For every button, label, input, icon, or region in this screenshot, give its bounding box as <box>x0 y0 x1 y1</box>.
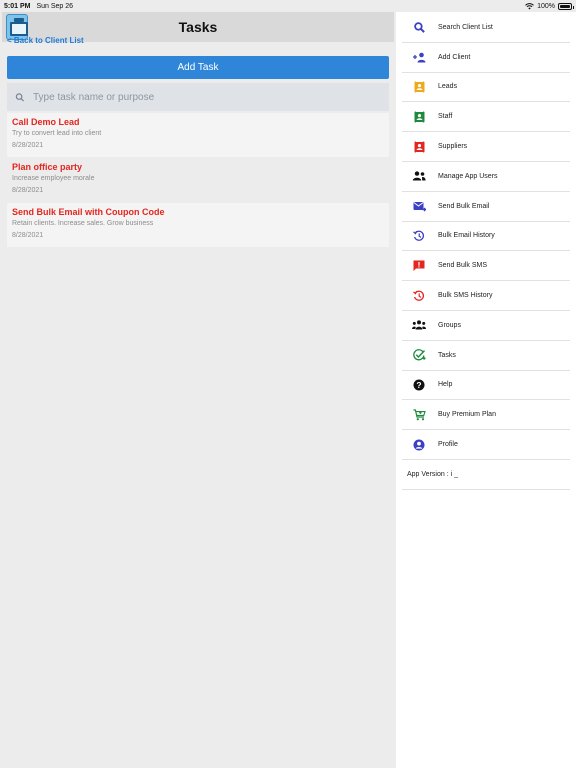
menu-item-staff[interactable]: Staff <box>402 102 570 133</box>
status-date: Sun Sep 26 <box>36 2 74 10</box>
task-purpose: Increase employee morale <box>12 175 95 182</box>
profile-icon <box>404 439 434 451</box>
menu-item-label: Groups <box>438 321 461 329</box>
menu-item-groups[interactable]: Groups <box>402 311 570 341</box>
menu-item-buy-premium-plan[interactable]: Buy Premium Plan <box>402 400 570 431</box>
menu-item-label: Send Bulk Email <box>438 202 490 210</box>
menu-item-label: Bulk Email History <box>438 232 495 240</box>
task-list: Call Demo Lead Try to convert lead into … <box>7 113 389 248</box>
menu-item-label: Leads <box>438 83 458 91</box>
menu-item-bulk-sms-history[interactable]: Bulk SMS History <box>402 281 570 311</box>
menu-item-label: Buy Premium Plan <box>438 411 496 419</box>
svg-text:?: ? <box>416 380 421 390</box>
side-menu: Search Client List Add Client Leads Staf… <box>396 12 576 768</box>
app-version: App Version : i _ <box>402 460 570 490</box>
sms-icon <box>404 260 434 272</box>
task-search-input[interactable] <box>33 91 373 103</box>
task-date: 8/28/2021 <box>12 142 44 149</box>
task-purpose: Try to convert lead into client <box>12 130 102 137</box>
task-title: Call Demo Lead <box>12 117 80 127</box>
group-icon <box>404 320 434 330</box>
menu-item-label: Send Bulk SMS <box>438 262 488 270</box>
task-item[interactable]: Call Demo Lead Try to convert lead into … <box>7 113 389 157</box>
menu-item-leads[interactable]: Leads <box>402 73 570 103</box>
tasks-check-icon <box>404 349 434 361</box>
contact-card-icon <box>404 140 434 153</box>
menu-item-label: Add Client <box>438 53 471 61</box>
menu-item-label: Manage App Users <box>438 172 498 180</box>
battery-percent: 100% <box>537 2 555 10</box>
status-time: 5:01 PM <box>4 2 31 10</box>
search-icon <box>404 22 434 33</box>
menu-item-label: Tasks <box>438 351 456 359</box>
menu-item-add-client[interactable]: Add Client <box>402 43 570 73</box>
task-search-bar <box>7 83 389 111</box>
history-icon <box>404 290 434 302</box>
add-user-icon <box>404 52 434 63</box>
contact-card-icon <box>404 110 434 123</box>
search-icon <box>15 92 25 102</box>
wifi-icon <box>525 2 534 9</box>
menu-item-label: Profile <box>438 441 458 449</box>
menu-item-tasks[interactable]: Tasks <box>402 341 570 371</box>
users-icon <box>404 171 434 181</box>
contact-card-icon <box>404 80 434 93</box>
menu-item-label: Suppliers <box>438 143 468 151</box>
menu-item-send-bulk-sms[interactable]: Send Bulk SMS <box>402 251 570 282</box>
menu-item-profile[interactable]: Profile <box>402 430 570 460</box>
menu-item-search-client-list[interactable]: Search Client List <box>402 13 570 43</box>
menu-item-help[interactable]: ? Help <box>402 371 570 401</box>
menu-item-label: Bulk SMS History <box>438 292 493 300</box>
status-right: 100% <box>525 2 574 10</box>
task-title: Send Bulk Email with Coupon Code <box>12 207 165 217</box>
history-icon <box>404 230 434 242</box>
menu-item-bulk-email-history[interactable]: Bulk Email History <box>402 222 570 252</box>
page-title: Tasks <box>178 19 218 35</box>
help-icon: ? <box>404 379 434 391</box>
task-date: 8/28/2021 <box>12 232 44 239</box>
back-to-client-list-link[interactable]: < Back to Client List <box>7 36 84 45</box>
menu-item-label: Staff <box>438 113 453 121</box>
task-item[interactable]: Send Bulk Email with Coupon Code Retain … <box>7 203 389 247</box>
status-bar: 5:01 PM Sun Sep 26 100% <box>0 0 576 12</box>
cart-icon <box>404 409 434 421</box>
menu-item-label: Search Client List <box>438 23 493 31</box>
menu-item-manage-app-users[interactable]: Manage App Users <box>402 162 570 192</box>
menu-item-label: Help <box>438 381 453 389</box>
add-task-button[interactable]: Add Task <box>7 56 389 79</box>
battery-icon <box>558 2 574 10</box>
task-date: 8/28/2021 <box>12 187 44 194</box>
menu-item-suppliers[interactable]: Suppliers <box>402 132 570 162</box>
task-item[interactable]: Plan office party Increase employee mora… <box>7 158 389 202</box>
task-title: Plan office party <box>12 162 83 172</box>
menu-item-send-bulk-email[interactable]: Send Bulk Email <box>402 192 570 222</box>
mail-icon <box>404 201 434 212</box>
task-purpose: Retain clients. Increase sales. Grow bus… <box>12 220 154 227</box>
